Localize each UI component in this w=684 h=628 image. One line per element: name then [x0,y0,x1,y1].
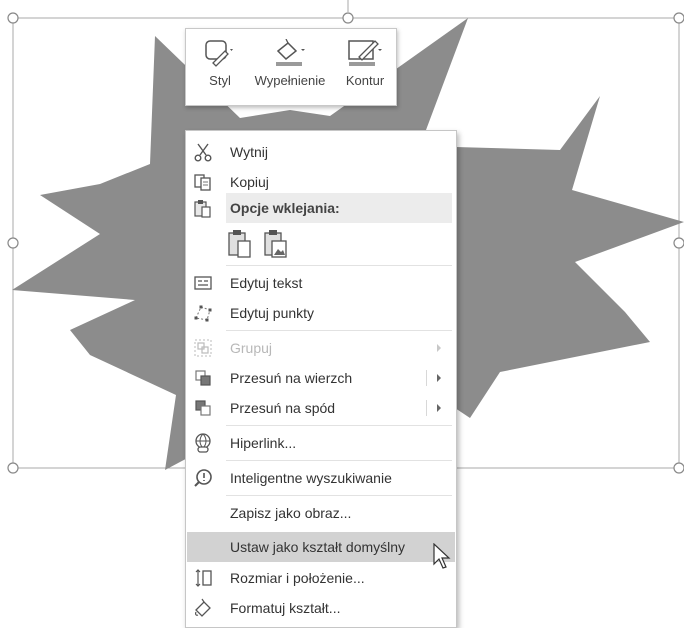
shape-outline-icon [348,40,382,66]
handle-left-center[interactable] [7,237,19,249]
context-menu: Wytnij Kopiuj Opcje wklejania: Edytuj te [185,130,457,628]
scissors-icon [194,143,212,162]
format-shape-label: Formatuj kształt... [230,600,341,616]
handle-top-center[interactable] [342,12,354,24]
group-icon [194,339,212,357]
submenu-arrow-icon[interactable] [435,402,443,414]
menu-separator [226,330,452,331]
paste-keep-source-icon[interactable] [226,227,254,261]
paint-bucket-icon [276,39,305,66]
style-button[interactable]: Styl [200,35,240,101]
smart-lookup-icon [194,469,212,487]
handle-top-right[interactable] [673,12,684,24]
format-shape-icon [195,598,211,617]
mini-toolbar: Styl Wypełnienie Kontur [185,28,397,106]
handle-bottom-right[interactable] [673,462,684,474]
group-label: Grupuj [230,340,273,356]
menu-item-cut[interactable]: Wytnij [187,137,455,167]
copy-icon [194,174,211,191]
mouse-cursor-icon [433,543,451,569]
bring-forward-icon [195,370,211,386]
menu-separator [226,425,452,426]
handle-bottom-left[interactable] [7,462,19,474]
edit-text-icon [194,276,212,290]
size-position-label: Rozmiar i położenie... [230,570,365,586]
style-label: Styl [209,73,231,88]
edit-points-icon [194,305,212,322]
size-position-icon [195,569,212,587]
send-backward-icon [195,400,211,416]
menu-item-bring-forward[interactable]: Przesuń na wierzch [187,363,455,393]
menu-separator [226,495,452,496]
split-divider [426,400,427,416]
edit-text-label: Edytuj tekst [230,275,303,291]
handle-right-center[interactable] [673,237,684,249]
menu-item-edit-points[interactable]: Edytuj punkty [187,298,455,328]
outline-button[interactable]: Kontur [336,35,394,101]
hyperlink-label: Hiperlink... [230,435,297,451]
fill-label: Wypełnienie [254,73,326,88]
copy-label: Kopiuj [230,174,269,190]
menu-item-format-shape[interactable]: Formatuj kształt... [187,593,455,623]
menu-separator [226,265,452,266]
globe-link-icon [195,433,211,453]
submenu-arrow-icon [437,344,441,352]
paste-icon [194,200,211,218]
shape-style-icon [205,40,233,67]
cut-label: Wytnij [230,144,268,160]
menu-item-hyperlink[interactable]: Hiperlink... [187,428,455,458]
menu-item-size-position[interactable]: Rozmiar i położenie... [187,563,455,593]
paste-options-header: Opcje wklejania: [226,193,452,223]
bring-forward-label: Przesuń na wierzch [230,370,353,386]
fill-button[interactable]: Wypełnienie [252,35,328,101]
smart-lookup-label: Inteligentne wyszukiwanie [230,470,392,486]
send-backward-label: Przesuń na spód [230,400,336,416]
menu-item-group[interactable]: Grupuj [187,333,455,363]
menu-item-set-default-shape[interactable]: Ustaw jako kształt domyślny [187,532,455,562]
submenu-arrow-icon[interactable] [435,372,443,384]
menu-separator [226,460,452,461]
menu-item-smart-lookup[interactable]: Inteligentne wyszukiwanie [187,463,455,493]
save-as-picture-label: Zapisz jako obraz... [230,505,352,521]
menu-item-send-backward[interactable]: Przesuń na spód [187,393,455,423]
set-default-shape-label: Ustaw jako kształt domyślny [230,539,406,555]
menu-item-edit-text[interactable]: Edytuj tekst [187,268,455,298]
split-divider [426,370,427,386]
paste-options-label: Opcje wklejania: [230,200,340,216]
outline-label: Kontur [345,73,385,88]
menu-item-save-as-picture[interactable]: Zapisz jako obraz... [187,498,455,528]
paste-as-picture-icon[interactable] [262,227,290,261]
handle-top-left[interactable] [7,12,19,24]
edit-points-label: Edytuj punkty [230,305,315,321]
